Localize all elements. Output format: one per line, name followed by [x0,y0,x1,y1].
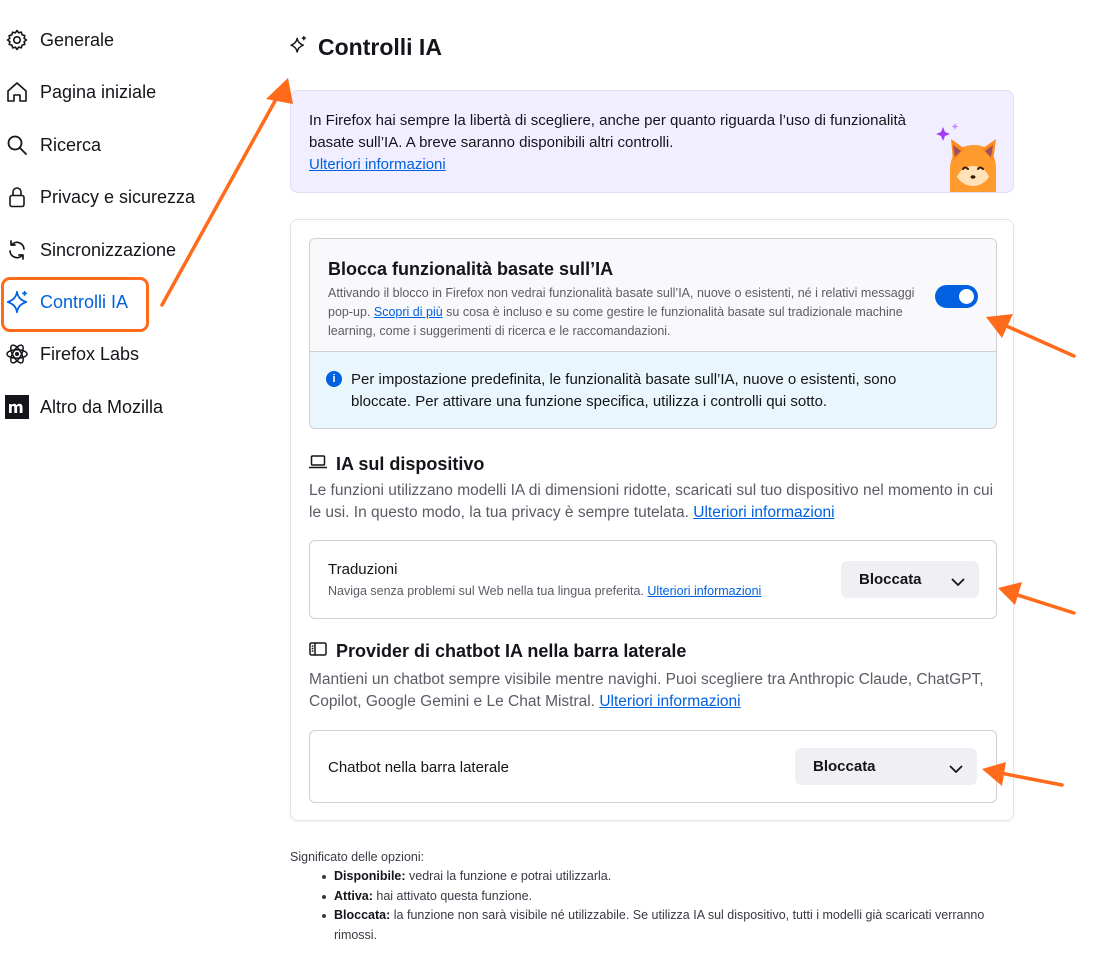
sidebar-item-label: Firefox Labs [40,343,140,364]
sparkle-icon [288,35,308,60]
toggle-knob [959,289,974,304]
block-ai-section: Blocca funzionalità basate sull’IA Attiv… [309,238,997,429]
fox-illustration [933,121,999,192]
banner-learn-more-link[interactable]: Ulteriori informazioni [309,156,446,173]
legend-item: Bloccata: la funzione non sarà visibile … [320,906,1010,945]
legend-item: Disponibile: vedrai la funzione e potrai… [320,867,1010,887]
translations-desc-text: Naviga senza problemi sul Web nella tua … [328,584,644,598]
sidebar-item-ricerca[interactable]: Ricerca [0,125,200,165]
annotation-highlight-box [1,277,149,332]
gear-icon [4,27,30,53]
chatbot-row: Chatbot nella barra laterale Bloccata [309,730,997,803]
legend-term: Attiva: [334,888,373,903]
block-learn-more-link[interactable]: Scopri di più [374,305,443,319]
legend-term: Disponibile: [334,869,406,883]
banner-text: In Firefox hai sempre la libertà di sceg… [309,112,907,151]
sidebar-item-pagina-iniziale[interactable]: Pagina iniziale [0,72,200,112]
block-ai-toggle[interactable] [935,285,978,308]
sidebar-item-label: Sincronizzazione [40,239,177,260]
sidebar-item-label: Pagina iniziale [40,81,157,102]
info-icon: i [326,371,342,387]
atom-icon [4,341,30,367]
legend-list: Disponibile: vedrai la funzione e potrai… [290,867,1010,945]
sidebar-item-label: Generale [40,29,115,50]
home-icon [4,79,30,105]
chatbot-select[interactable]: Bloccata [795,748,977,785]
legend-title: Significato delle opzioni: [290,850,425,864]
translations-select[interactable]: Bloccata [841,561,979,598]
translations-description: Naviga senza problemi sul Web nella tua … [328,584,761,598]
on-device-desc-text: Le funzioni utilizzano modelli IA di dim… [309,482,994,521]
block-info-text: Per impostazione predefinita, le funzion… [351,371,897,410]
legend-text: hai attivato questa funzione. [376,888,533,903]
chatbot-select-value: Bloccata [813,758,876,775]
sidebar-item-generale[interactable]: Generale [0,20,200,60]
legend-text: vedrai la funzione e potrai utilizzarla. [409,869,612,883]
settings-card: Blocca funzionalità basate sull’IA Attiv… [290,219,1014,821]
legend-item: Attiva: hai attivato questa funzione. [320,887,1010,907]
chevron-down-icon [949,761,963,778]
laptop-icon [308,455,328,474]
on-device-title: IA sul dispositivo [336,454,485,474]
on-device-description: Le funzioni utilizzano modelli IA di dim… [309,480,999,524]
banner-text-block: In Firefox hai sempre la libertà di sceg… [309,110,909,176]
sync-icon [4,237,30,263]
sidebar-item-label: Ricerca [40,134,102,155]
chatbot-row-title: Chatbot nella barra laterale [328,759,509,776]
on-device-section-header: IA sul dispositivo [308,454,485,475]
chatbot-section-header: Provider di chatbot IA nella barra later… [309,641,686,662]
lock-icon [4,184,30,210]
translations-title: Traduzioni [328,561,398,578]
translations-learn-more-link[interactable]: Ulteriori informazioni [647,584,761,598]
page-header: Controlli IA [288,34,442,61]
legend-text: la funzione non sarà visibile né utilizz… [334,908,985,942]
on-device-learn-more-link[interactable]: Ulteriori informazioni [693,504,834,521]
chatbot-learn-more-link[interactable]: Ulteriori informazioni [599,693,740,710]
sidebar-item-privacy[interactable]: Privacy e sicurezza [0,177,200,217]
page-title: Controlli IA [318,34,442,60]
legend-term: Bloccata: [334,908,391,922]
chatbot-description: Mantieni un chatbot sempre visibile ment… [309,669,999,713]
info-banner: In Firefox hai sempre la libertà di sceg… [290,90,1014,193]
sidebar-item-altro-da-mozilla[interactable]: Altro da Mozilla [0,387,200,427]
block-ai-description: Attivando il blocco in Firefox non vedra… [328,284,918,341]
options-legend: Significato delle opzioni: Disponibile: … [290,850,1010,945]
translations-row: Traduzioni Naviga senza problemi sul Web… [309,540,997,619]
chatbot-title: Provider di chatbot IA nella barra later… [336,641,687,661]
chevron-down-icon [951,574,965,591]
search-icon [4,132,30,158]
block-info-message: i Per impostazione predefinita, le funzi… [310,352,996,428]
translations-select-value: Bloccata [859,571,922,588]
sidebar-icon [309,642,327,661]
mozilla-m-icon [4,394,30,420]
block-ai-title: Blocca funzionalità basate sull’IA [328,259,614,279]
sidebar-item-label: Privacy e sicurezza [40,186,196,207]
block-ai-header: Blocca funzionalità basate sull’IA Attiv… [310,239,996,352]
sidebar-item-sincronizzazione[interactable]: Sincronizzazione [0,230,200,270]
arrow-to-translations [1003,589,1076,615]
sidebar-item-label: Altro da Mozilla [40,396,164,417]
sidebar-item-firefox-labs[interactable]: Firefox Labs [0,334,200,374]
